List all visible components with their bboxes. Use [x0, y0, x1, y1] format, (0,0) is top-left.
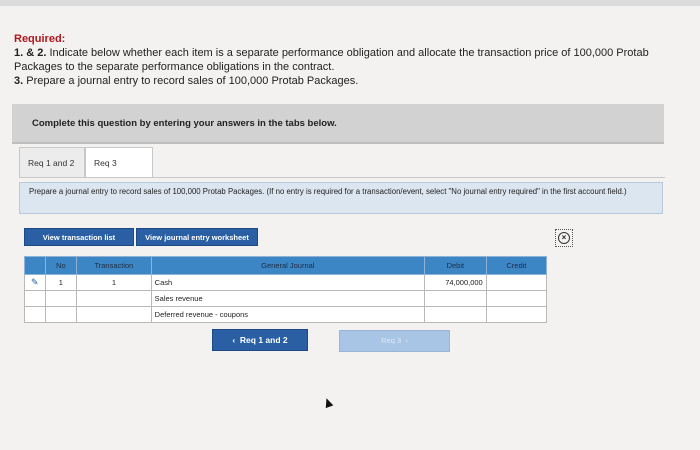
required-item-3-number: 3.	[14, 75, 24, 87]
instructions-main: Prepare a journal entry to record sales …	[29, 187, 265, 196]
header-debit: Debit	[423, 256, 487, 275]
cell-no	[44, 306, 78, 323]
table-row: ✎ 1 1 Cash 74,000,000	[24, 274, 548, 291]
tab-bar: Req 1 and 2 Req 3	[19, 147, 153, 177]
table-row: Deferred revenue - coupons	[24, 306, 548, 323]
cell-no: 1	[44, 274, 78, 291]
cell-no	[44, 290, 78, 307]
edit-cell	[24, 306, 46, 323]
instructions-note: (If no entry is required for a transacti…	[264, 187, 627, 196]
close-worksheet-button[interactable]: ×	[555, 229, 573, 247]
required-item-3-text: Prepare a journal entry to record sales …	[23, 75, 359, 87]
journal-header-row: No Transaction General Journal Debit Cre…	[24, 256, 548, 275]
close-icon: ×	[558, 232, 570, 244]
debit-cell[interactable]	[423, 290, 487, 307]
required-title: Required:	[14, 33, 66, 45]
edit-cell[interactable]: ✎	[24, 274, 46, 291]
cell-transaction	[76, 290, 152, 307]
required-item-3: 3. Prepare a journal entry to record sal…	[14, 74, 684, 88]
header-edit	[24, 256, 46, 275]
header-transaction: Transaction	[76, 256, 152, 275]
credit-cell[interactable]	[485, 274, 548, 291]
next-req-label: Req 3	[381, 336, 402, 345]
required-item-1-2-number: 1. & 2.	[14, 47, 47, 59]
debit-cell[interactable]: 74,000,000	[423, 274, 487, 291]
table-row: Sales revenue	[24, 290, 548, 307]
pencil-icon[interactable]: ✎	[31, 277, 39, 287]
required-item-1-2: 1. & 2. Indicate below whether each item…	[14, 46, 684, 74]
required-section: Required: 1. & 2. Indicate below whether…	[14, 32, 684, 88]
chevron-left-icon: ‹	[232, 335, 240, 345]
edit-cell	[24, 290, 46, 307]
mouse-cursor-icon	[322, 396, 334, 409]
next-req-button[interactable]: Req 3 ›	[339, 330, 450, 352]
required-item-1-2-text: Indicate below whether each item is a se…	[14, 47, 649, 73]
tab-req-1-and-2[interactable]: Req 1 and 2	[19, 147, 85, 177]
header-credit: Credit	[485, 256, 548, 275]
view-transaction-list-button[interactable]: View transaction list	[24, 228, 134, 246]
journal-table: No Transaction General Journal Debit Cre…	[24, 256, 548, 323]
cell-transaction: 1	[76, 274, 152, 291]
top-bar	[0, 0, 700, 6]
tab-req-3[interactable]: Req 3	[85, 147, 153, 177]
view-journal-worksheet-button[interactable]: View journal entry worksheet	[136, 228, 258, 246]
journal-instructions: Prepare a journal entry to record sales …	[19, 182, 663, 214]
header-general-journal: General Journal	[150, 256, 425, 275]
account-cell[interactable]: Cash	[150, 274, 425, 291]
prev-req-label: Req 1 and 2	[239, 335, 288, 345]
account-cell[interactable]: Deferred revenue - coupons	[150, 306, 425, 323]
tab-divider	[19, 177, 665, 178]
chevron-right-icon: ›	[401, 336, 408, 345]
debit-cell[interactable]	[423, 306, 487, 323]
prev-req-button[interactable]: ‹ Req 1 and 2	[212, 329, 308, 351]
instruction-banner: Complete this question by entering your …	[12, 104, 664, 144]
header-no: No	[44, 256, 78, 275]
credit-cell[interactable]	[485, 306, 548, 323]
credit-cell[interactable]	[485, 290, 548, 307]
account-cell[interactable]: Sales revenue	[150, 290, 425, 307]
cell-transaction	[76, 306, 152, 323]
